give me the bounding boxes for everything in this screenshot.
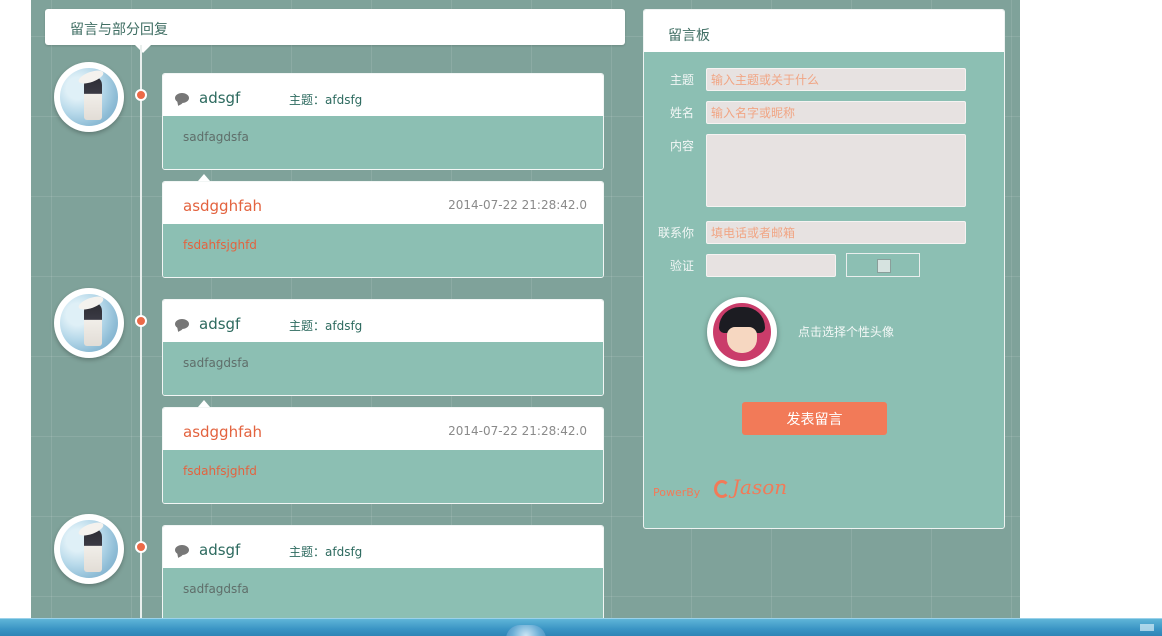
header-notch [135, 45, 151, 53]
avatar-image [60, 68, 118, 126]
message-author: adsgf [199, 89, 241, 107]
reply-body: fsdahfsjghfd [163, 224, 603, 277]
name-input[interactable] [706, 101, 966, 124]
content-textarea[interactable] [706, 134, 966, 207]
name-label: 姓名 [669, 106, 694, 120]
reply-date: 2014-07-22 21:28:42.0 [448, 424, 587, 438]
form-title: 留言板 [668, 28, 710, 44]
reply-body: fsdahfsjghfd [163, 450, 603, 503]
timeline-line [140, 45, 142, 618]
timeline-dot [135, 89, 147, 101]
powered-by: PowerBy [653, 486, 701, 499]
reply-date: 2014-07-22 21:28:42.0 [448, 198, 587, 212]
message-card: adsgf 主题：afdsfg sadfagdsfa [162, 73, 604, 170]
reply-author: asdgghfah [183, 423, 263, 441]
logo-text: Jason [732, 475, 788, 499]
message-topic: 主题：afdsfg [289, 545, 363, 559]
avatar-image [60, 294, 118, 352]
jason-logo: Jason [714, 475, 787, 499]
guestbook-form: 留言板 主题 姓名 内容 联系你 验证 点击选择个性头像 发表留言 PowerB… [643, 9, 1005, 529]
reply-content: fsdahfsjghfd [183, 238, 257, 252]
contact-label: 联系你 [657, 226, 694, 240]
content-label: 内容 [669, 139, 694, 153]
message-content: sadfagdsfa [183, 582, 249, 596]
messages-header: 留言与部分回复 [45, 9, 625, 53]
message-content: sadfagdsfa [183, 130, 249, 144]
comment-icon [175, 545, 189, 555]
captcha-image[interactable] [846, 253, 920, 277]
topic-input[interactable] [706, 68, 966, 91]
comment-icon [175, 93, 189, 103]
form-header: 留言板 [644, 10, 1004, 52]
choose-avatar[interactable] [707, 297, 777, 367]
message-card: adsgf 主题：afdsfg sadfagdsfa [162, 299, 604, 396]
timeline-dot [135, 541, 147, 553]
captcha-input[interactable] [706, 254, 836, 277]
guestbook-board: 留言与部分回复 adsgf 主题：afdsfg sadfagdsfa asdgg… [31, 0, 1020, 618]
message-header: adsgf 主题：afdsfg [163, 74, 603, 116]
avatar-image [60, 520, 118, 578]
message-topic: 主题：afdsfg [289, 93, 363, 107]
reply-card: asdgghfah 2014-07-22 21:28:42.0 fsdahfsj… [162, 407, 604, 504]
message-body: sadfagdsfa [163, 116, 603, 169]
start-orb-icon[interactable] [506, 625, 546, 636]
contact-input[interactable] [706, 221, 966, 244]
reply-content: fsdahfsjghfd [183, 464, 257, 478]
topic-label: 主题 [669, 73, 694, 87]
message-author: adsgf [199, 315, 241, 333]
avatar-hint[interactable]: 点击选择个性头像 [798, 323, 894, 340]
captcha-label: 验证 [669, 259, 694, 273]
user-avatar[interactable] [54, 288, 124, 358]
os-taskbar [0, 618, 1162, 636]
page: 留言与部分回复 adsgf 主题：afdsfg sadfagdsfa asdgg… [0, 0, 1162, 636]
message-body: sadfagdsfa [163, 568, 603, 618]
timeline-dot [135, 315, 147, 327]
reply-notch [198, 174, 210, 181]
message-topic: 主题：afdsfg [289, 319, 363, 333]
reply-header: asdgghfah 2014-07-22 21:28:42.0 [163, 408, 603, 450]
message-content: sadfagdsfa [183, 356, 249, 370]
message-card: adsgf 主题：afdsfg sadfagdsfa [162, 525, 604, 618]
reply-card: asdgghfah 2014-07-22 21:28:42.0 fsdahfsj… [162, 181, 604, 278]
broken-image-icon [877, 259, 891, 273]
reply-header: asdgghfah 2014-07-22 21:28:42.0 [163, 182, 603, 224]
user-avatar[interactable] [54, 514, 124, 584]
message-header: adsgf 主题：afdsfg [163, 526, 603, 568]
user-avatar[interactable] [54, 62, 124, 132]
reply-notch [198, 400, 210, 407]
submit-button[interactable]: 发表留言 [742, 402, 887, 435]
message-header: adsgf 主题：afdsfg [163, 300, 603, 342]
avatar-preview [713, 303, 771, 361]
messages-title: 留言与部分回复 [70, 22, 168, 38]
message-body: sadfagdsfa [163, 342, 603, 395]
comment-icon [175, 319, 189, 329]
reply-author: asdgghfah [183, 197, 263, 215]
message-author: adsgf [199, 541, 241, 559]
tray-icon[interactable] [1140, 624, 1154, 631]
